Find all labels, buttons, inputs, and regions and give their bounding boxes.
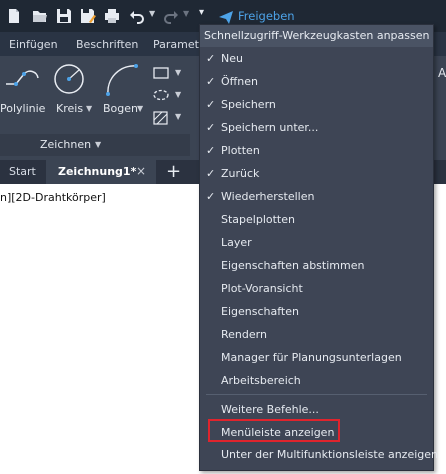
menu-item[interactable]: ✓ Speichern unter... <box>200 117 433 139</box>
tab-annotate[interactable]: Beschriften <box>76 38 138 51</box>
menu-item-label: Manager für Planungsunterlagen <box>221 351 402 364</box>
tab-insert[interactable]: Einfügen <box>9 38 58 51</box>
arc-icon[interactable] <box>104 62 140 98</box>
menu-item-label: Arbeitsbereich <box>221 374 301 387</box>
viewport-label[interactable]: n][2D-Drahtkörper] <box>0 191 106 204</box>
menu-item-label: Plot-Voransicht <box>221 282 303 295</box>
panel-dropdown-icon[interactable]: ▼ <box>95 140 101 149</box>
save-icon[interactable] <box>56 8 72 24</box>
menu-item[interactable]: Plot-Voransicht <box>200 278 433 300</box>
tab-drawing-label: Zeichnung1* <box>58 165 137 178</box>
menu-item[interactable]: Rendern <box>200 324 433 346</box>
menu-item-label: Stapelplotten <box>221 213 295 226</box>
rectangle-icon[interactable] <box>152 66 170 80</box>
checkmark-icon: ✓ <box>206 190 216 203</box>
rectangle-dropdown-icon[interactable]: ▼ <box>175 68 181 77</box>
redo-dropdown-icon[interactable]: ▼ <box>183 9 189 18</box>
menu-item-label: Eigenschaften abstimmen <box>221 259 365 272</box>
polyline-icon[interactable] <box>2 64 42 96</box>
hatch-dropdown-icon[interactable]: ▼ <box>175 112 181 121</box>
menu-item-label: Öffnen <box>221 75 258 88</box>
circle-dropdown-icon[interactable]: ▼ <box>86 104 92 113</box>
share-icon[interactable] <box>218 9 234 25</box>
new-icon[interactable] <box>6 8 22 24</box>
arc-dropdown-icon[interactable]: ▼ <box>137 104 143 113</box>
checkmark-icon: ✓ <box>206 121 216 134</box>
menu-item-label: Weitere Befehle... <box>221 403 319 416</box>
menu-item-label: Neu <box>221 52 243 65</box>
checkmark-icon: ✓ <box>206 75 216 88</box>
checkmark-icon: ✓ <box>206 52 216 65</box>
ellipse-icon[interactable] <box>152 88 170 102</box>
highlight-box <box>208 419 340 442</box>
polyline-label[interactable]: Polylinie <box>0 102 45 115</box>
checkmark-icon: ✓ <box>206 144 216 157</box>
checkmark-icon: ✓ <box>206 167 216 180</box>
hatch-icon[interactable] <box>152 110 170 126</box>
checkmark-icon: ✓ <box>206 98 216 111</box>
menu-item[interactable]: ✓ Speichern <box>200 94 433 116</box>
menu-item[interactable]: Weitere Befehle... <box>200 399 433 421</box>
menu-item[interactable]: ✓ Zurück <box>200 163 433 185</box>
undo-icon[interactable] <box>129 8 145 24</box>
menu-item[interactable]: Eigenschaften <box>200 301 433 323</box>
menu-item-label: Eigenschaften <box>221 305 299 318</box>
plot-icon[interactable] <box>104 8 120 24</box>
tab-start[interactable]: Start <box>9 165 36 178</box>
save-as-icon[interactable] <box>80 8 96 24</box>
ellipse-dropdown-icon[interactable]: ▼ <box>175 90 181 99</box>
share-label[interactable]: Freigeben <box>238 9 295 23</box>
menu-item[interactable]: ✓ Neu <box>200 48 433 70</box>
menu-item[interactable]: Unter der Multifunktionsleiste anzeigen <box>200 444 438 466</box>
customize-toolbar-menu: Schnellzugriff-Werkzeugkasten anpassen ✓… <box>199 24 438 471</box>
menu-item[interactable]: Stapelplotten <box>200 209 433 231</box>
open-icon[interactable] <box>32 8 48 24</box>
menu-item[interactable]: Manager für Planungsunterlagen <box>200 347 433 369</box>
menu-item-label: Unter der Multifunktionsleiste anzeigen <box>221 448 438 461</box>
undo-dropdown-icon[interactable]: ▼ <box>149 9 155 18</box>
circle-label[interactable]: Kreis <box>56 102 83 115</box>
menu-item-label: Wiederherstellen <box>221 190 315 203</box>
draw-panel-footer[interactable]: Zeichnen ▼ <box>0 134 190 156</box>
menu-item-label: Speichern unter... <box>221 121 319 134</box>
circle-icon[interactable] <box>52 62 88 98</box>
tab-drawing[interactable]: Zeichnung1* × <box>46 160 156 184</box>
menu-item[interactable]: Eigenschaften abstimmen <box>200 255 433 277</box>
menu-item[interactable]: ✓ Öffnen <box>200 71 433 93</box>
draw-panel-title[interactable]: Zeichnen <box>40 138 91 151</box>
redo-icon[interactable] <box>163 8 179 24</box>
tab-parametric[interactable]: Paramet <box>153 38 199 51</box>
menu-item[interactable]: Layer <box>200 232 433 254</box>
add-tab-icon[interactable]: + <box>166 161 181 182</box>
menu-item[interactable]: ✓ Wiederherstellen <box>200 186 433 208</box>
right-panel-glyph: A <box>438 66 446 80</box>
menu-item[interactable]: ✓ Plotten <box>200 140 433 162</box>
arc-label[interactable]: Bogen <box>103 102 138 115</box>
customize-dropdown-icon[interactable]: ▾ <box>199 7 204 18</box>
menu-item-label: Rendern <box>221 328 267 341</box>
menu-item-label: Layer <box>221 236 252 249</box>
menu-title: Schnellzugriff-Werkzeugkasten anpassen <box>200 25 433 47</box>
menu-item-label: Zurück <box>221 167 260 180</box>
menu-item-label: Speichern <box>221 98 276 111</box>
menu-separator <box>206 394 427 395</box>
menu-item[interactable]: Arbeitsbereich <box>200 370 433 392</box>
menu-item-label: Plotten <box>221 144 260 157</box>
close-icon[interactable]: × <box>136 164 146 178</box>
